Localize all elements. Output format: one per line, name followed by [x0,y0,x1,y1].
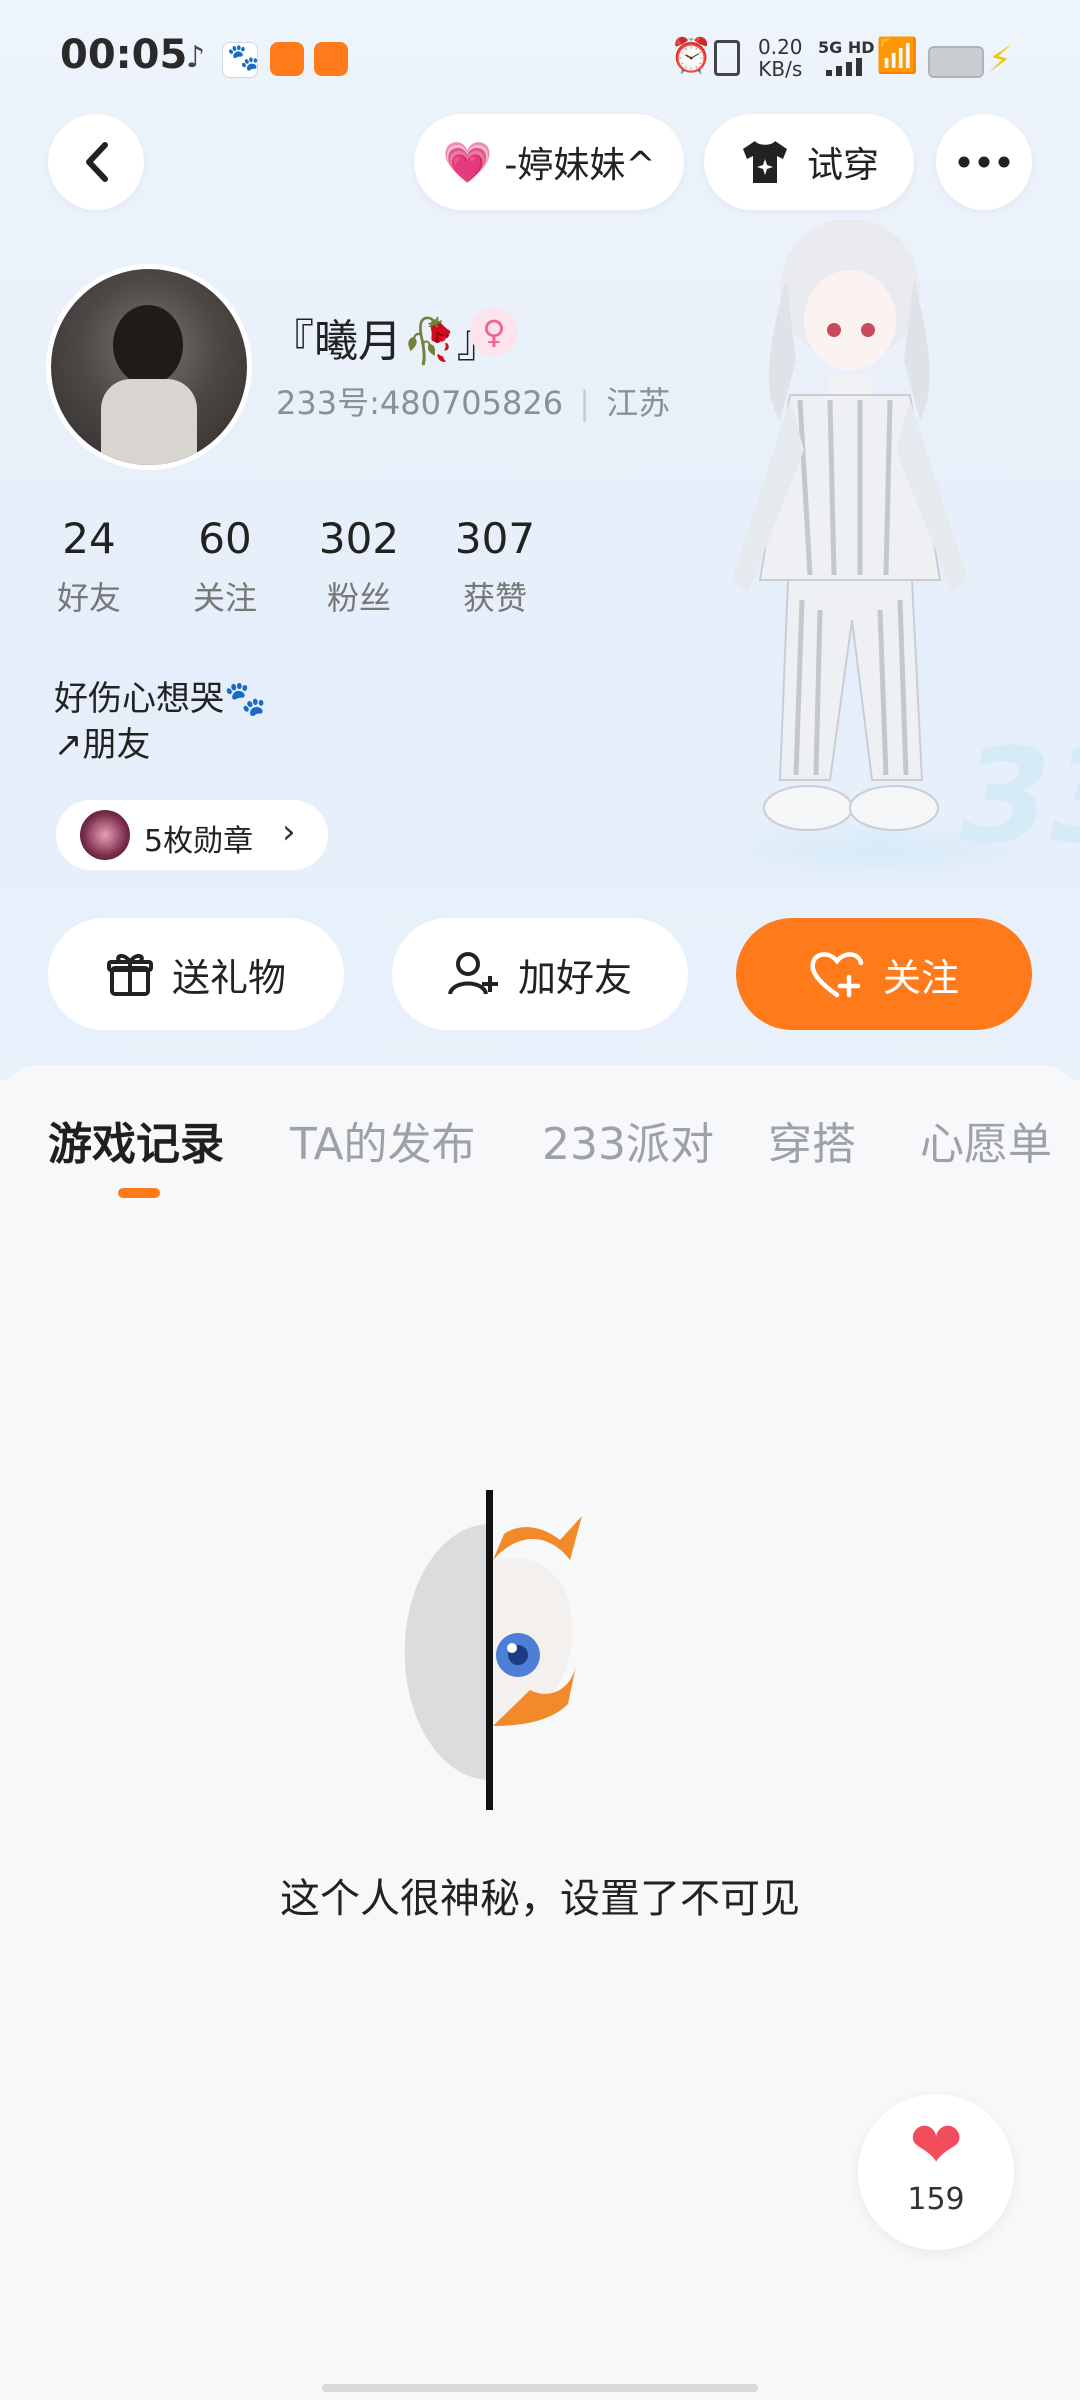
heart-icon: ❤ [909,2109,963,2183]
tab-indicator [118,1188,160,1198]
try-on-label: 试穿 [806,145,879,186]
badges-button[interactable]: 5枚勋章 › [56,800,328,870]
charging-icon: ⚡ [988,40,1012,80]
add-friend-button[interactable]: 加好友 [392,918,688,1030]
network-label: 5G HD [818,38,875,57]
tab-wishlist[interactable]: 心愿单 [920,1108,1052,1172]
tab-outfits[interactable]: 穿搭 [768,1108,856,1172]
tab-233-party[interactable]: 233派对 [542,1108,714,1172]
female-icon: ♀ [470,308,518,356]
wifi-icon: 📶 [876,36,919,76]
profile-uid-location: 233号:480705826 | 江苏 [276,378,670,424]
stat-friends[interactable]: 24 好友 [34,514,144,619]
more-button[interactable] [936,114,1032,210]
avatar[interactable] [46,264,252,470]
stat-num: 307 [454,514,536,563]
stat-num: 302 [318,514,400,563]
add-friend-label: 加好友 [517,955,632,1000]
stat-label: 获赞 [462,579,527,617]
profile-uid: 233号:480705826 [276,384,564,422]
paw-app-icon: 🐾 [222,42,259,78]
like-button[interactable]: ❤ 159 [858,2094,1014,2250]
vibrate-icon [714,40,740,76]
uid-divider: | [579,384,591,422]
heart-plus-icon [810,952,864,998]
send-gift-button[interactable]: 送礼物 [48,918,344,1030]
app-icon-orange-1 [270,42,304,76]
like-count: 159 [907,2182,965,2217]
stat-likes[interactable]: 307 获赞 [440,514,550,619]
back-chevron-icon [86,142,108,182]
status-time: 00:05 [60,32,188,78]
music-icon: ♪ [186,40,206,75]
hidden-character-illustration [404,1490,582,1810]
stat-num: 60 [198,514,252,563]
tab-game-records[interactable]: 游戏记录 [48,1108,224,1172]
alarm-icon: ⏰ [670,36,713,76]
follow-button[interactable]: 关注 [736,918,1032,1030]
chevron-right-icon: › [282,812,296,852]
add-user-icon [448,952,498,995]
app-icon-orange-2 [314,42,348,76]
relation-label: -婷妹妹^ [504,145,656,186]
relation-pill[interactable]: 💗 -婷妹妹^ [414,114,684,210]
home-indicator [322,2384,758,2392]
stat-label: 好友 [56,579,121,617]
bio-line: ↗朋友 [54,725,151,765]
tab-ta-posts[interactable]: TA的发布 [290,1108,476,1172]
back-button[interactable] [48,114,144,210]
stat-fans[interactable]: 302 粉丝 [304,514,414,619]
battery-icon [928,46,984,78]
tshirt-icon [742,141,787,183]
signal-icon [826,58,866,76]
double-heart-icon: 💗 [442,139,493,186]
profile-name: 『曦月🥀』 [270,316,501,367]
badges-label: 5枚勋章 [144,824,254,859]
bio-line: 好伤心想哭🐾 [54,679,267,719]
try-on-button[interactable]: 试穿 [704,114,914,210]
status-bar: 00:05 ♪ 🐾 ⏰ 0.20 KB/s 5G HD 📶 ⚡ [0,0,1080,120]
more-dots-icon [958,156,1010,168]
avatar-3d-character[interactable] [700,220,1000,840]
profile-bio: 好伤心想哭🐾 ↗朋友 [54,676,266,768]
stat-num: 24 [62,514,116,563]
stat-following[interactable]: 60 关注 [170,514,280,619]
empty-state-message: 这个人很神秘，设置了不可见 [280,1876,800,1922]
stat-label: 关注 [192,579,257,617]
send-gift-label: 送礼物 [171,955,286,1000]
follow-label: 关注 [882,955,959,1000]
stat-label: 粉丝 [326,579,391,617]
profile-location: 江苏 [606,384,671,422]
medal-icon [80,810,130,860]
net-speed: 0.20 KB/s [758,35,803,81]
gift-icon [106,954,153,996]
